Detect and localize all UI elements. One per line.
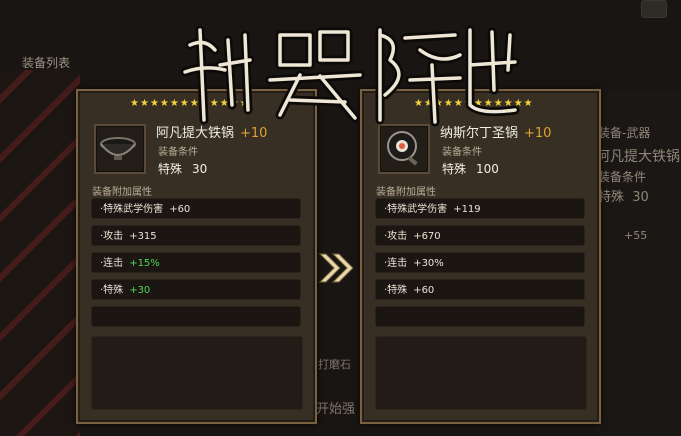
equipment-list-strip bbox=[0, 70, 80, 436]
star-icon: ★ bbox=[139, 98, 149, 109]
bg-item-name: 阿凡提大铁锅 bbox=[596, 149, 680, 165]
attribute-row-empty bbox=[91, 306, 301, 327]
bg-req-stat: 特殊 30 bbox=[598, 190, 649, 205]
star-icon: ★ bbox=[423, 98, 433, 109]
equipment-list-title: 装备列表 bbox=[22, 56, 71, 70]
bg-caption-bottom: 开始强 bbox=[316, 402, 356, 417]
star-icon: ★ bbox=[179, 98, 189, 109]
attribute-row: ·连击 +15% bbox=[91, 252, 301, 273]
star-icon: ★ bbox=[189, 98, 199, 109]
star-icon: ★ bbox=[159, 98, 169, 109]
description-box bbox=[375, 336, 587, 410]
bg-attr-value: +55 bbox=[624, 229, 648, 242]
star-icon: ★ bbox=[219, 98, 229, 109]
star-icon: ★ bbox=[503, 98, 513, 109]
requirement-stat: 特殊 bbox=[158, 162, 183, 176]
enhance-level: +10 bbox=[524, 126, 552, 141]
star-icon: ★ bbox=[493, 98, 503, 109]
star-icon: ★ bbox=[513, 98, 523, 109]
bg-req-label: 装备条件 bbox=[598, 170, 647, 184]
star-icon: ★ bbox=[169, 98, 179, 109]
item-name-text: 纳斯尔丁圣锅 bbox=[440, 126, 519, 141]
requirement-label: 装备条件 bbox=[158, 147, 198, 158]
iron-wok-icon bbox=[100, 137, 136, 160]
item-slot[interactable] bbox=[94, 124, 146, 174]
requirement-value: 特殊 30 bbox=[158, 160, 207, 177]
star-icon: ★ bbox=[414, 98, 423, 109]
star-icon: ★ bbox=[149, 98, 159, 109]
star-icon: ★ bbox=[453, 98, 463, 109]
attribute-row: ·特殊 +30 bbox=[91, 279, 301, 300]
star-icon: ★ bbox=[209, 98, 219, 109]
attribute-row-empty bbox=[375, 306, 585, 327]
background-detail-panel bbox=[596, 90, 681, 436]
enhance-level: +10 bbox=[240, 126, 268, 141]
bg-caption-top: 打磨石 bbox=[318, 358, 351, 371]
attributes-title: 装备附加属性 bbox=[376, 187, 436, 198]
star-icon: ★ bbox=[199, 98, 209, 109]
star-icon: ★ bbox=[463, 98, 473, 109]
bg-item-type: 装备-武器 bbox=[598, 126, 651, 140]
star-icon: ★ bbox=[229, 98, 239, 109]
upgrade-arrow-icon bbox=[318, 250, 356, 286]
requirement-label: 装备条件 bbox=[442, 147, 482, 158]
attribute-row: ·特殊武学伤害 +60 bbox=[91, 198, 301, 219]
requirement-value: 特殊 100 bbox=[442, 160, 499, 177]
menu-icon[interactable] bbox=[641, 0, 667, 18]
item-slot[interactable] bbox=[378, 124, 430, 174]
attributes-list: ·特殊武学伤害 +60 ·攻击 +315 ·连击 +15% ·特殊 +30 bbox=[91, 198, 301, 327]
requirement-stat: 特殊 bbox=[442, 162, 467, 176]
attribute-row: ·特殊武学伤害 +119 bbox=[375, 198, 585, 219]
star-icon: ★ bbox=[483, 98, 493, 109]
item-name: 阿凡提大铁锅 +10 bbox=[156, 122, 267, 141]
description-box bbox=[91, 336, 303, 410]
frying-pan-icon bbox=[387, 131, 418, 166]
attribute-row: ·连击 +30% bbox=[375, 252, 585, 273]
attributes-list: ·特殊武学伤害 +119 ·攻击 +670 ·连击 +30% ·特殊 +60 bbox=[375, 198, 585, 327]
star-rating: ★ ★ ★ ★ ★ ★ ★ ★ ★ ★ ★ ★ bbox=[130, 99, 249, 109]
star-rating: ★ ★ ★ ★ ★ ★ ★ ★ ★ ★ ★ ★ bbox=[414, 99, 533, 109]
attribute-row: ·攻击 +670 bbox=[375, 225, 585, 246]
star-icon: ★ bbox=[473, 98, 483, 109]
star-icon: ★ bbox=[523, 98, 533, 109]
new-item-panel: ★ ★ ★ ★ ★ ★ ★ ★ ★ ★ ★ ★ 纳斯尔丁圣锅 +10 装备条件 特殊 100 装备附加属性… bbox=[360, 89, 601, 424]
attribute-row: ·攻击 +315 bbox=[91, 225, 301, 246]
star-icon: ★ bbox=[433, 98, 443, 109]
star-icon: ★ bbox=[443, 98, 453, 109]
star-icon: ★ bbox=[130, 98, 139, 109]
attributes-title: 装备附加属性 bbox=[92, 187, 152, 198]
attribute-row: ·特殊 +60 bbox=[375, 279, 585, 300]
item-name: 纳斯尔丁圣锅 +10 bbox=[440, 122, 551, 141]
requirement-number: 30 bbox=[192, 162, 208, 176]
item-name-text: 阿凡提大铁锅 bbox=[156, 126, 235, 141]
current-item-panel: ★ ★ ★ ★ ★ ★ ★ ★ ★ ★ ★ ★ 阿凡提大铁锅 +10 装备条件 特殊 30 装备附加属性 … bbox=[76, 89, 317, 424]
star-icon: ★ bbox=[239, 98, 249, 109]
requirement-number: 100 bbox=[476, 162, 499, 176]
